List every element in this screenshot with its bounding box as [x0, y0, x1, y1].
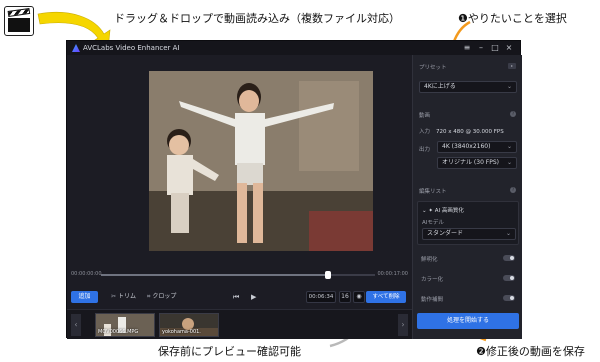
sharpen-label: 鮮明化 [421, 257, 438, 263]
timeline-track[interactable] [101, 271, 375, 279]
crop-button[interactable]: ⌗ クロップ [147, 291, 176, 303]
chevron-down-icon: ⌄ [506, 159, 512, 166]
video-section-label: 動画 [419, 113, 431, 119]
close-icon[interactable]: × [504, 43, 514, 53]
app-window: AVCLabs Video Enhancer AI ≡ – □ × 00:00:… [66, 40, 522, 339]
interpolation-row: 動作補間 [417, 293, 519, 305]
ai-model-label: AIモデル [422, 220, 444, 226]
colorize-label: カラー化 [421, 277, 444, 283]
video-file-icon [4, 6, 34, 36]
ai-upscale-title: ⌄ ✦ AI 高画質化 [422, 206, 464, 214]
maximize-icon[interactable]: □ [490, 43, 500, 53]
filmstrip-prev-icon[interactable]: ‹ [71, 314, 81, 336]
annotation-select: ❶やりたいことを選択 [458, 12, 567, 25]
title-bar: AVCLabs Video Enhancer AI ≡ – □ × [67, 41, 520, 55]
ai-upscale-label: AI 高画質化 [434, 208, 464, 214]
chevron-down-icon: ⌄ [505, 230, 511, 237]
sharpen-row: 鮮明化 [417, 253, 519, 265]
trim-label: トリム [118, 293, 137, 300]
start-processing-button[interactable]: 処理を開始する [417, 313, 519, 329]
ai-model-value: スタンダード [427, 230, 464, 237]
ai-model-select[interactable]: スタンダード ⌄ [422, 228, 516, 240]
colorize-row: カラー化 [417, 273, 519, 285]
thumbnail-label: yokohama-001. [162, 329, 201, 335]
play-icon[interactable]: ▶ [251, 291, 256, 303]
crop-icon: ⌗ [147, 293, 151, 300]
output-fps-select[interactable]: オリジナル (30 FPS) ⌄ [437, 157, 517, 169]
annotation-drag-drop: ドラッグ＆ドロップで動画読み込み（複数ファイル対応） [114, 12, 400, 25]
help-icon[interactable]: ? [510, 111, 516, 117]
app-title: AVCLabs Video Enhancer AI [83, 44, 180, 52]
annotation-save: ❷修正後の動画を保存 [476, 345, 585, 358]
interpolation-toggle[interactable] [503, 295, 515, 301]
output-fps-value: オリジナル (30 FPS) [442, 159, 500, 166]
control-bar: 追加 ✂ トリム ⌗ クロップ ⏮ ▶ 00:06:34 16 ◉ すべて削除 [67, 289, 412, 305]
menu-icon[interactable]: ≡ [462, 43, 472, 53]
preset-value: 4Kに上げる [424, 83, 456, 90]
main-area: 00:00:00:00 00:00:17:00 追加 ✂ トリム ⌗ クロップ ⏮ … [67, 55, 412, 339]
trim-button[interactable]: ✂ トリム [111, 291, 136, 303]
output-key: 出力 [419, 147, 431, 153]
panel-toggle-icon[interactable]: ▸ [508, 63, 516, 69]
pipeline-label: 編集リスト [419, 189, 447, 195]
crop-label: クロップ [152, 293, 177, 300]
input-key: 入力 [419, 129, 431, 135]
frame-step-box[interactable]: 16 [339, 291, 351, 303]
timecode-display[interactable]: 00:06:34 [306, 291, 336, 303]
input-info: 入力 720 x 480 @ 30.000 FPS [419, 127, 504, 135]
interpolation-label: 動作補間 [421, 297, 444, 303]
preview-frame [149, 71, 373, 251]
output-resolution-value: 4K (3840x2160) [442, 143, 491, 150]
timeline-progress [101, 274, 329, 276]
timeline[interactable]: 00:00:00:00 00:00:17:00 [67, 269, 412, 283]
video-preview[interactable] [149, 71, 373, 251]
thumbnail-item[interactable]: yokohama-001. [159, 313, 219, 337]
eye-icon[interactable]: ◉ [353, 291, 365, 303]
input-value: 720 x 480 @ 30.000 FPS [436, 129, 504, 135]
filmstrip-next-icon[interactable]: › [398, 314, 408, 336]
filmstrip: ‹ MOV00066.MPG yokohama-001. › [67, 309, 412, 339]
sharpen-toggle[interactable] [503, 255, 515, 261]
page: ドラッグ＆ドロップで動画読み込み（複数ファイル対応） ❶やりたいことを選択 ❷修… [0, 0, 600, 362]
time-end: 00:00:17:00 [377, 271, 408, 277]
prev-frame-icon[interactable]: ⏮ [233, 291, 239, 303]
app-logo-icon [72, 44, 80, 52]
timeline-handle[interactable] [325, 271, 332, 279]
time-start: 00:00:00:00 [71, 271, 102, 277]
help-icon[interactable]: ? [510, 187, 516, 193]
add-button[interactable]: 追加 [71, 291, 98, 303]
minimize-icon[interactable]: – [476, 43, 486, 53]
preset-select[interactable]: 4Kに上げる ⌄ [419, 81, 517, 93]
settings-panel: プリセット ▸ 4Kに上げる ⌄ 動画 ? 入力 720 x 480 @ 30.0… [412, 55, 522, 339]
ai-upscale-card: ⌄ ✦ AI 高画質化 AIモデル スタンダード ⌄ [417, 201, 519, 245]
chevron-down-icon: ⌄ [506, 143, 512, 150]
thumbnail-item[interactable]: MOV00066.MPG [95, 313, 155, 337]
scissors-icon: ✂ [111, 293, 117, 300]
output-resolution-select[interactable]: 4K (3840x2160) ⌄ [437, 141, 517, 153]
annotation-preview: 保存前にプレビュー確認可能 [158, 345, 301, 358]
thumbnail-label: MOV00066.MPG [98, 329, 139, 335]
preset-label: プリセット [419, 65, 447, 71]
colorize-toggle[interactable] [503, 275, 515, 281]
chevron-down-icon: ⌄ [506, 83, 512, 90]
remove-all-button[interactable]: すべて削除 [366, 291, 406, 303]
